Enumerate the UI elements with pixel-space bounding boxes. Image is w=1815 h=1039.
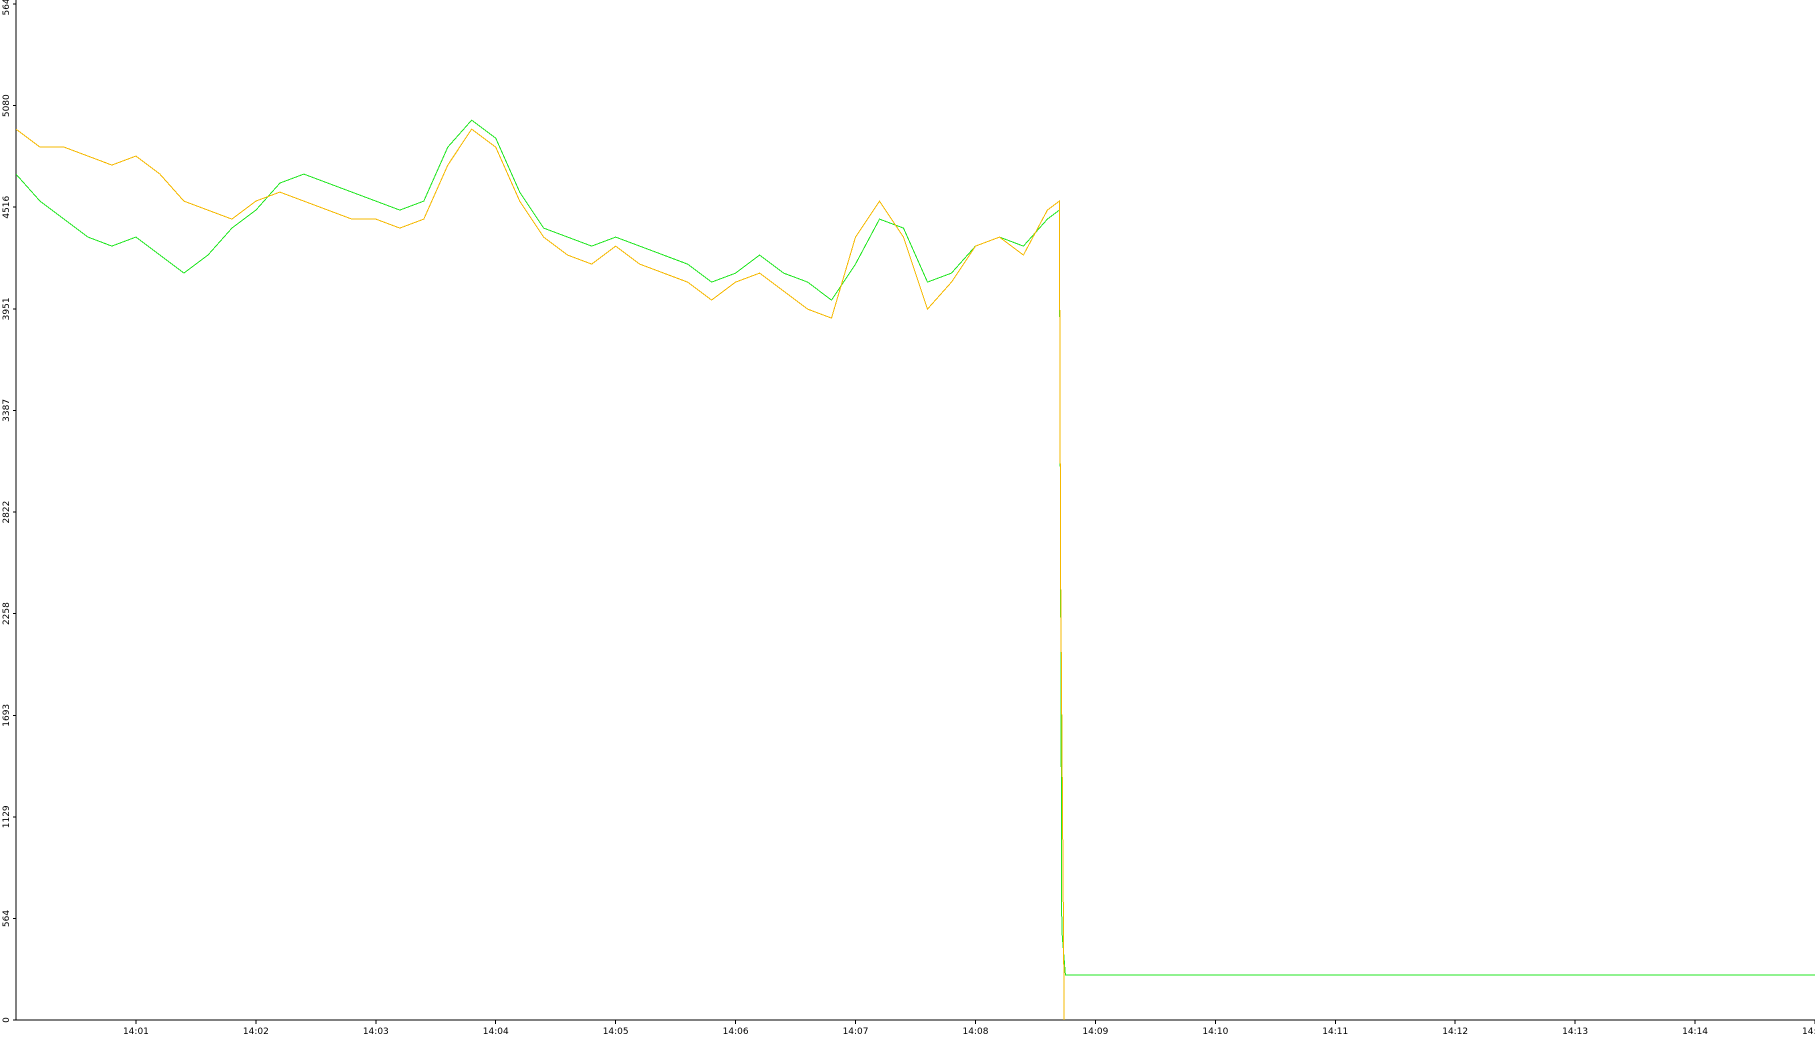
x-tick-label: 14:08 [962,1027,988,1037]
y-axis: 0 564 1129 1693 2258 2822 3387 3951 4516 5080 5645 [2,0,17,1023]
x-tick-label: 14:13 [1562,1027,1588,1037]
x-tick-label: 14:09 [1082,1027,1108,1037]
x-tick-label: 14:04 [483,1027,509,1037]
x-tick-label: 14:11 [1322,1027,1348,1037]
y-tick-label: 2822 [2,501,12,524]
series-line-1 [15,128,1065,1021]
x-tick-label: 14:03 [363,1027,389,1037]
y-tick-label: 1693 [2,704,12,727]
y-tick-label: 0 [2,1017,12,1023]
y-tick-label: 3387 [2,399,12,422]
y-tick-label: 1129 [2,805,12,828]
y-tick-label: 5080 [2,94,12,117]
x-tick-label: 14:01 [123,1027,149,1037]
line-chart: 0 564 1129 1693 2258 2822 3387 3951 4516 5080 5645… [2,0,1815,1037]
x-tick-label: 14:12 [1442,1027,1468,1037]
y-tick-label: 564 [2,910,12,927]
x-tick-label: 14:02 [243,1027,269,1037]
x-tick-label: 14:05 [603,1027,629,1037]
y-tick-label: 2258 [2,602,12,625]
x-tick-label: 14:14 [1682,1027,1708,1037]
x-axis: 14:01 14:02 14:03 14:04 14:05 14:06 14:07 14:08… [16,1019,1815,1037]
x-tick-label: 14:07 [843,1027,869,1037]
y-tick-label: 5645 [2,0,12,15]
x-tick-label: 14:10 [1202,1027,1228,1037]
series-line-0 [15,119,1815,976]
plot-area [15,119,1815,1021]
x-tick-label: 14:06 [723,1027,749,1037]
y-tick-label: 4516 [2,195,12,218]
x-tick-label: 14:15 [1802,1027,1815,1037]
y-tick-label: 3951 [2,297,12,320]
